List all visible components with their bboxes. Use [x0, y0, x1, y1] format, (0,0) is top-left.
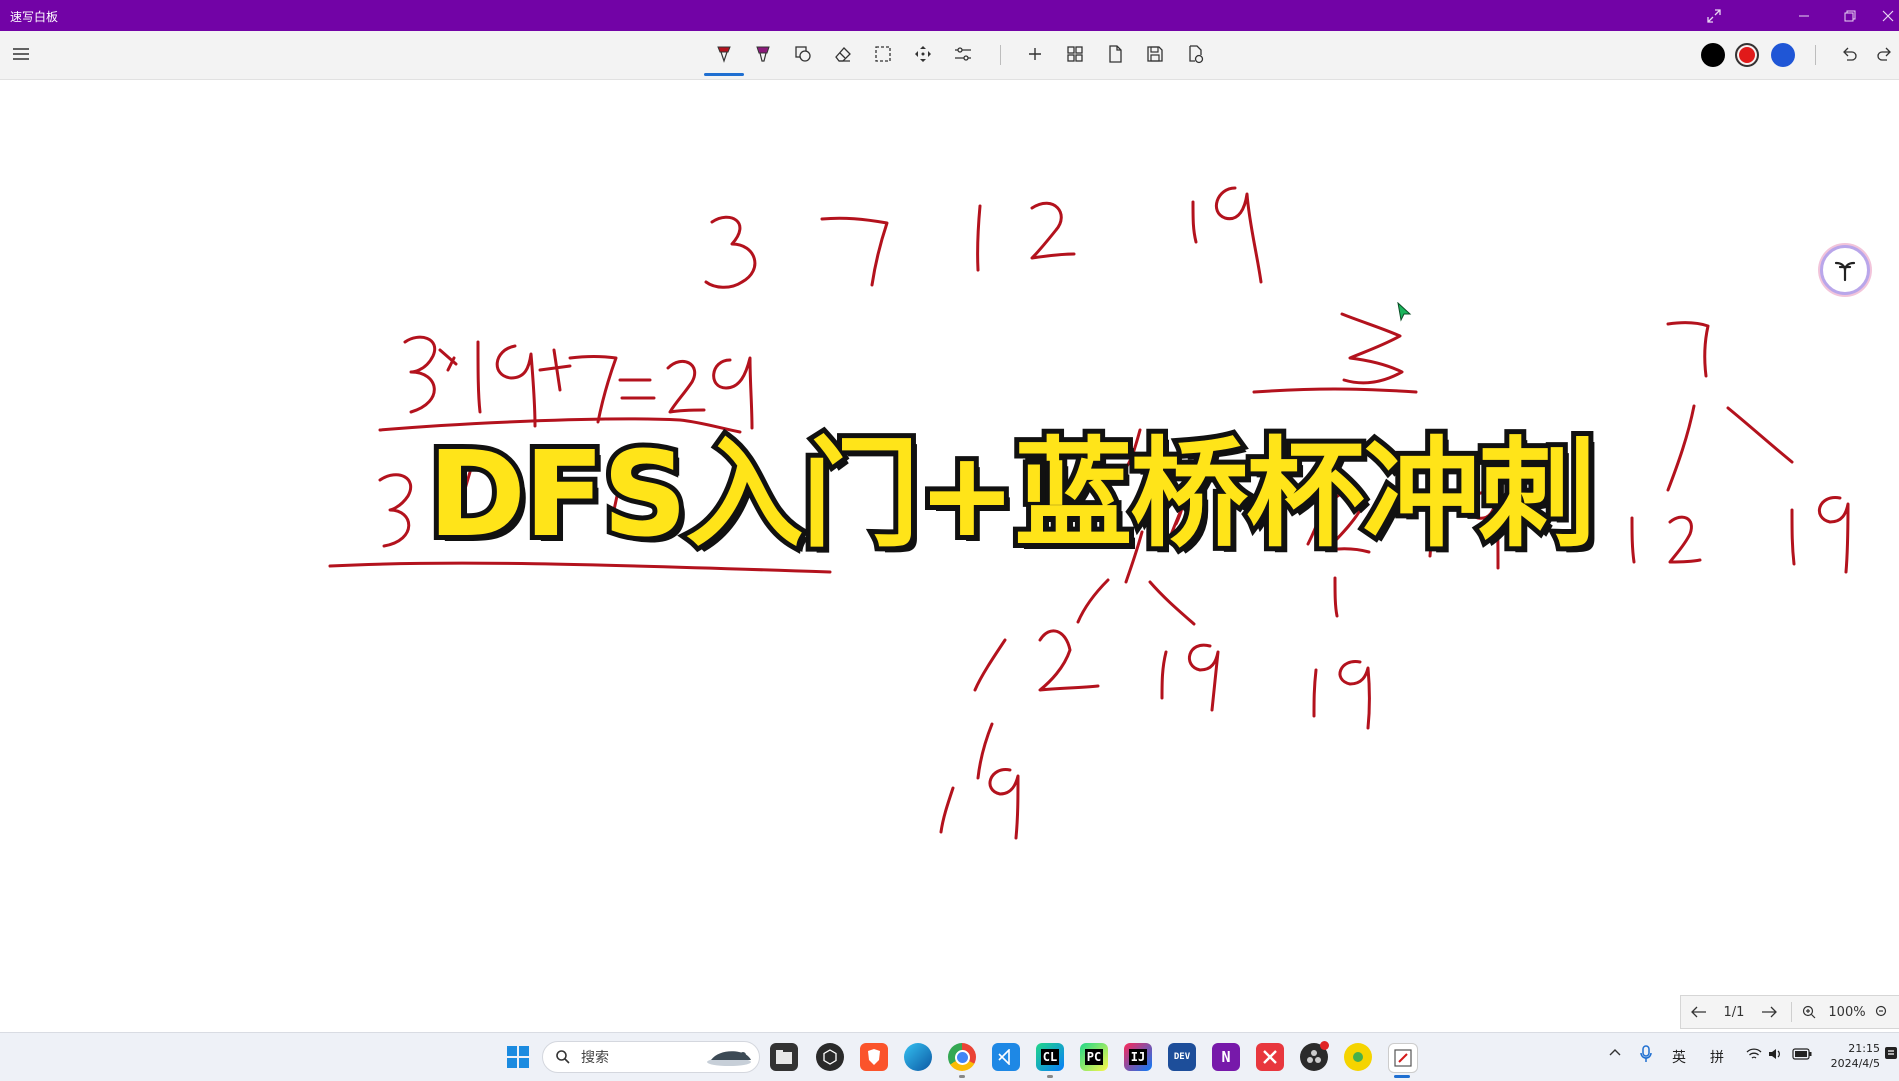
active-tool-indicator: [704, 73, 744, 76]
save-icon[interactable]: [1140, 39, 1170, 69]
previous-page-icon[interactable]: [1681, 996, 1717, 1028]
shapes-icon[interactable]: [788, 39, 818, 69]
notification-badge: [1320, 1041, 1329, 1050]
title-bar: 速写白板: [0, 0, 1899, 31]
export-icon[interactable]: [1180, 39, 1210, 69]
chrome-running-indicator: [959, 1075, 965, 1078]
edge-icon[interactable]: [904, 1043, 932, 1071]
whiteboard-icon[interactable]: [1388, 1043, 1418, 1073]
color-red[interactable]: [1735, 43, 1759, 67]
lasso-select-icon[interactable]: [868, 39, 898, 69]
undo-icon[interactable]: [1834, 39, 1864, 69]
vscode-icon[interactable]: [992, 1043, 1020, 1071]
grid-icon[interactable]: [1060, 39, 1090, 69]
onenote-icon[interactable]: N: [1212, 1043, 1240, 1071]
chrome-icon[interactable]: [948, 1043, 976, 1071]
file-explorer-icon[interactable]: [770, 1043, 798, 1071]
zoom-in-icon[interactable]: [1796, 996, 1822, 1028]
windows-start-icon[interactable]: [504, 1043, 532, 1071]
ime-language[interactable]: 英: [1672, 1047, 1686, 1067]
zoom-out-icon[interactable]: [1872, 996, 1892, 1028]
ime-mode[interactable]: 拼: [1710, 1047, 1724, 1067]
color-black[interactable]: [1701, 43, 1725, 67]
expand-icon[interactable]: [1692, 0, 1736, 31]
color-blue[interactable]: [1771, 43, 1795, 67]
clion-icon[interactable]: CL: [1036, 1043, 1064, 1071]
devcpp-icon[interactable]: DEV: [1168, 1043, 1196, 1071]
add-icon[interactable]: [1020, 39, 1050, 69]
close-icon[interactable]: [1866, 0, 1899, 31]
page-icon[interactable]: [1100, 39, 1130, 69]
notifications-icon[interactable]: [1884, 1045, 1898, 1067]
brave-icon[interactable]: [860, 1043, 888, 1071]
zoom-level: 100%: [1828, 1004, 1866, 1020]
clion-running-indicator: [1047, 1075, 1053, 1078]
redo-icon[interactable]: [1870, 39, 1899, 69]
video-title-overlay: DFS入门+蓝桥杯冲刺: [423, 420, 1601, 568]
pycharm-icon[interactable]: PC: [1080, 1043, 1108, 1071]
taskbar-search[interactable]: 搜索: [542, 1041, 760, 1073]
settings-sliders-icon[interactable]: [948, 39, 978, 69]
toolbar-divider-right: [1815, 45, 1816, 65]
unity-icon[interactable]: [816, 1043, 844, 1071]
whiteboard-canvas[interactable]: DFS入门+蓝桥杯冲刺: [0, 80, 1899, 1032]
highlighter-icon[interactable]: [748, 39, 778, 69]
wifi-icon[interactable]: [1746, 1047, 1762, 1065]
assistant-badge-icon[interactable]: [1820, 245, 1870, 295]
page-number: 1/1: [1723, 1004, 1745, 1020]
eraser-icon[interactable]: [828, 39, 858, 69]
toolbar: [0, 31, 1899, 80]
window-title: 速写白板: [10, 10, 59, 24]
menu-icon[interactable]: [6, 39, 36, 69]
wechat-icon[interactable]: [1344, 1043, 1372, 1071]
clock-date: 2024/4/5: [1830, 1057, 1880, 1070]
battery-icon[interactable]: [1792, 1048, 1812, 1064]
pen-icon[interactable]: [709, 39, 739, 69]
search-highlight-image: [707, 1051, 751, 1066]
search-icon: [556, 1050, 570, 1064]
mouse-cursor-icon: [1397, 301, 1413, 326]
volume-icon[interactable]: [1768, 1047, 1782, 1065]
pager-divider: [1791, 1002, 1792, 1022]
whiteboard-active-indicator: [1394, 1075, 1410, 1078]
toolbar-divider: [1000, 45, 1001, 65]
intellij-icon[interactable]: IJ: [1124, 1043, 1152, 1071]
clock-time: 21:15: [1848, 1042, 1880, 1055]
system-clock[interactable]: 21:15 2024/4/5: [1822, 1041, 1880, 1071]
next-page-icon[interactable]: [1751, 996, 1787, 1028]
search-placeholder: 搜索: [581, 1050, 609, 1066]
page-navigator: 1/1 100%: [1680, 995, 1899, 1029]
pan-icon[interactable]: [908, 39, 938, 69]
microphone-icon[interactable]: [1640, 1045, 1652, 1067]
tray-overflow-chevron-icon[interactable]: [1608, 1046, 1622, 1064]
xmind-icon[interactable]: [1256, 1043, 1284, 1071]
taskbar: 搜索 CL PC IJ DEV N 英 拼 21:15 2024/4/5: [0, 1032, 1899, 1081]
minimize-icon[interactable]: [1782, 0, 1826, 31]
